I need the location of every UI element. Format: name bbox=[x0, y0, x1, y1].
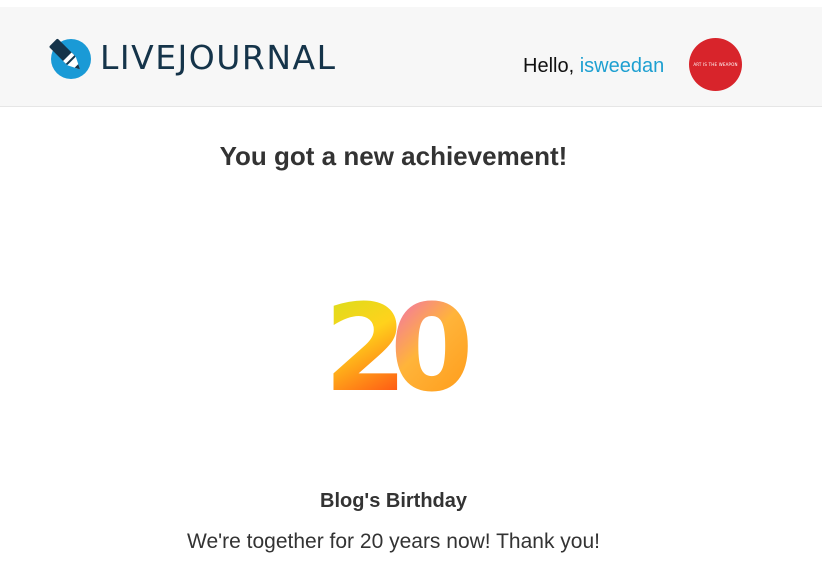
username-link[interactable]: isweedan bbox=[580, 55, 665, 77]
greeting: Hello, isweedan bbox=[523, 54, 664, 78]
header: LIVEJOURNAL Hello, isweedan ART IS THE W… bbox=[0, 7, 822, 107]
greeting-prefix: Hello, bbox=[523, 55, 580, 77]
avatar[interactable]: ART IS THE WEAPON bbox=[689, 38, 742, 91]
badge-digit-0: 0 bbox=[390, 288, 468, 396]
page-title: You got a new achievement! bbox=[219, 141, 568, 171]
achievement-badge-image: 2 0 bbox=[324, 288, 468, 396]
logo-wordmark: LIVEJOURNAL bbox=[100, 37, 337, 77]
pencil-logo-icon bbox=[49, 38, 91, 79]
achievement-description: We're together for 20 years now! Thank y… bbox=[187, 530, 600, 553]
livejournal-logo[interactable]: LIVEJOURNAL bbox=[46, 33, 336, 81]
top-strip bbox=[0, 0, 822, 7]
avatar-text: ART IS THE WEAPON bbox=[693, 62, 738, 67]
achievement-title: Blog's Birthday bbox=[320, 490, 467, 512]
email-page: LIVEJOURNAL Hello, isweedan ART IS THE W… bbox=[0, 0, 822, 574]
badge-digit-2: 2 bbox=[324, 288, 400, 396]
